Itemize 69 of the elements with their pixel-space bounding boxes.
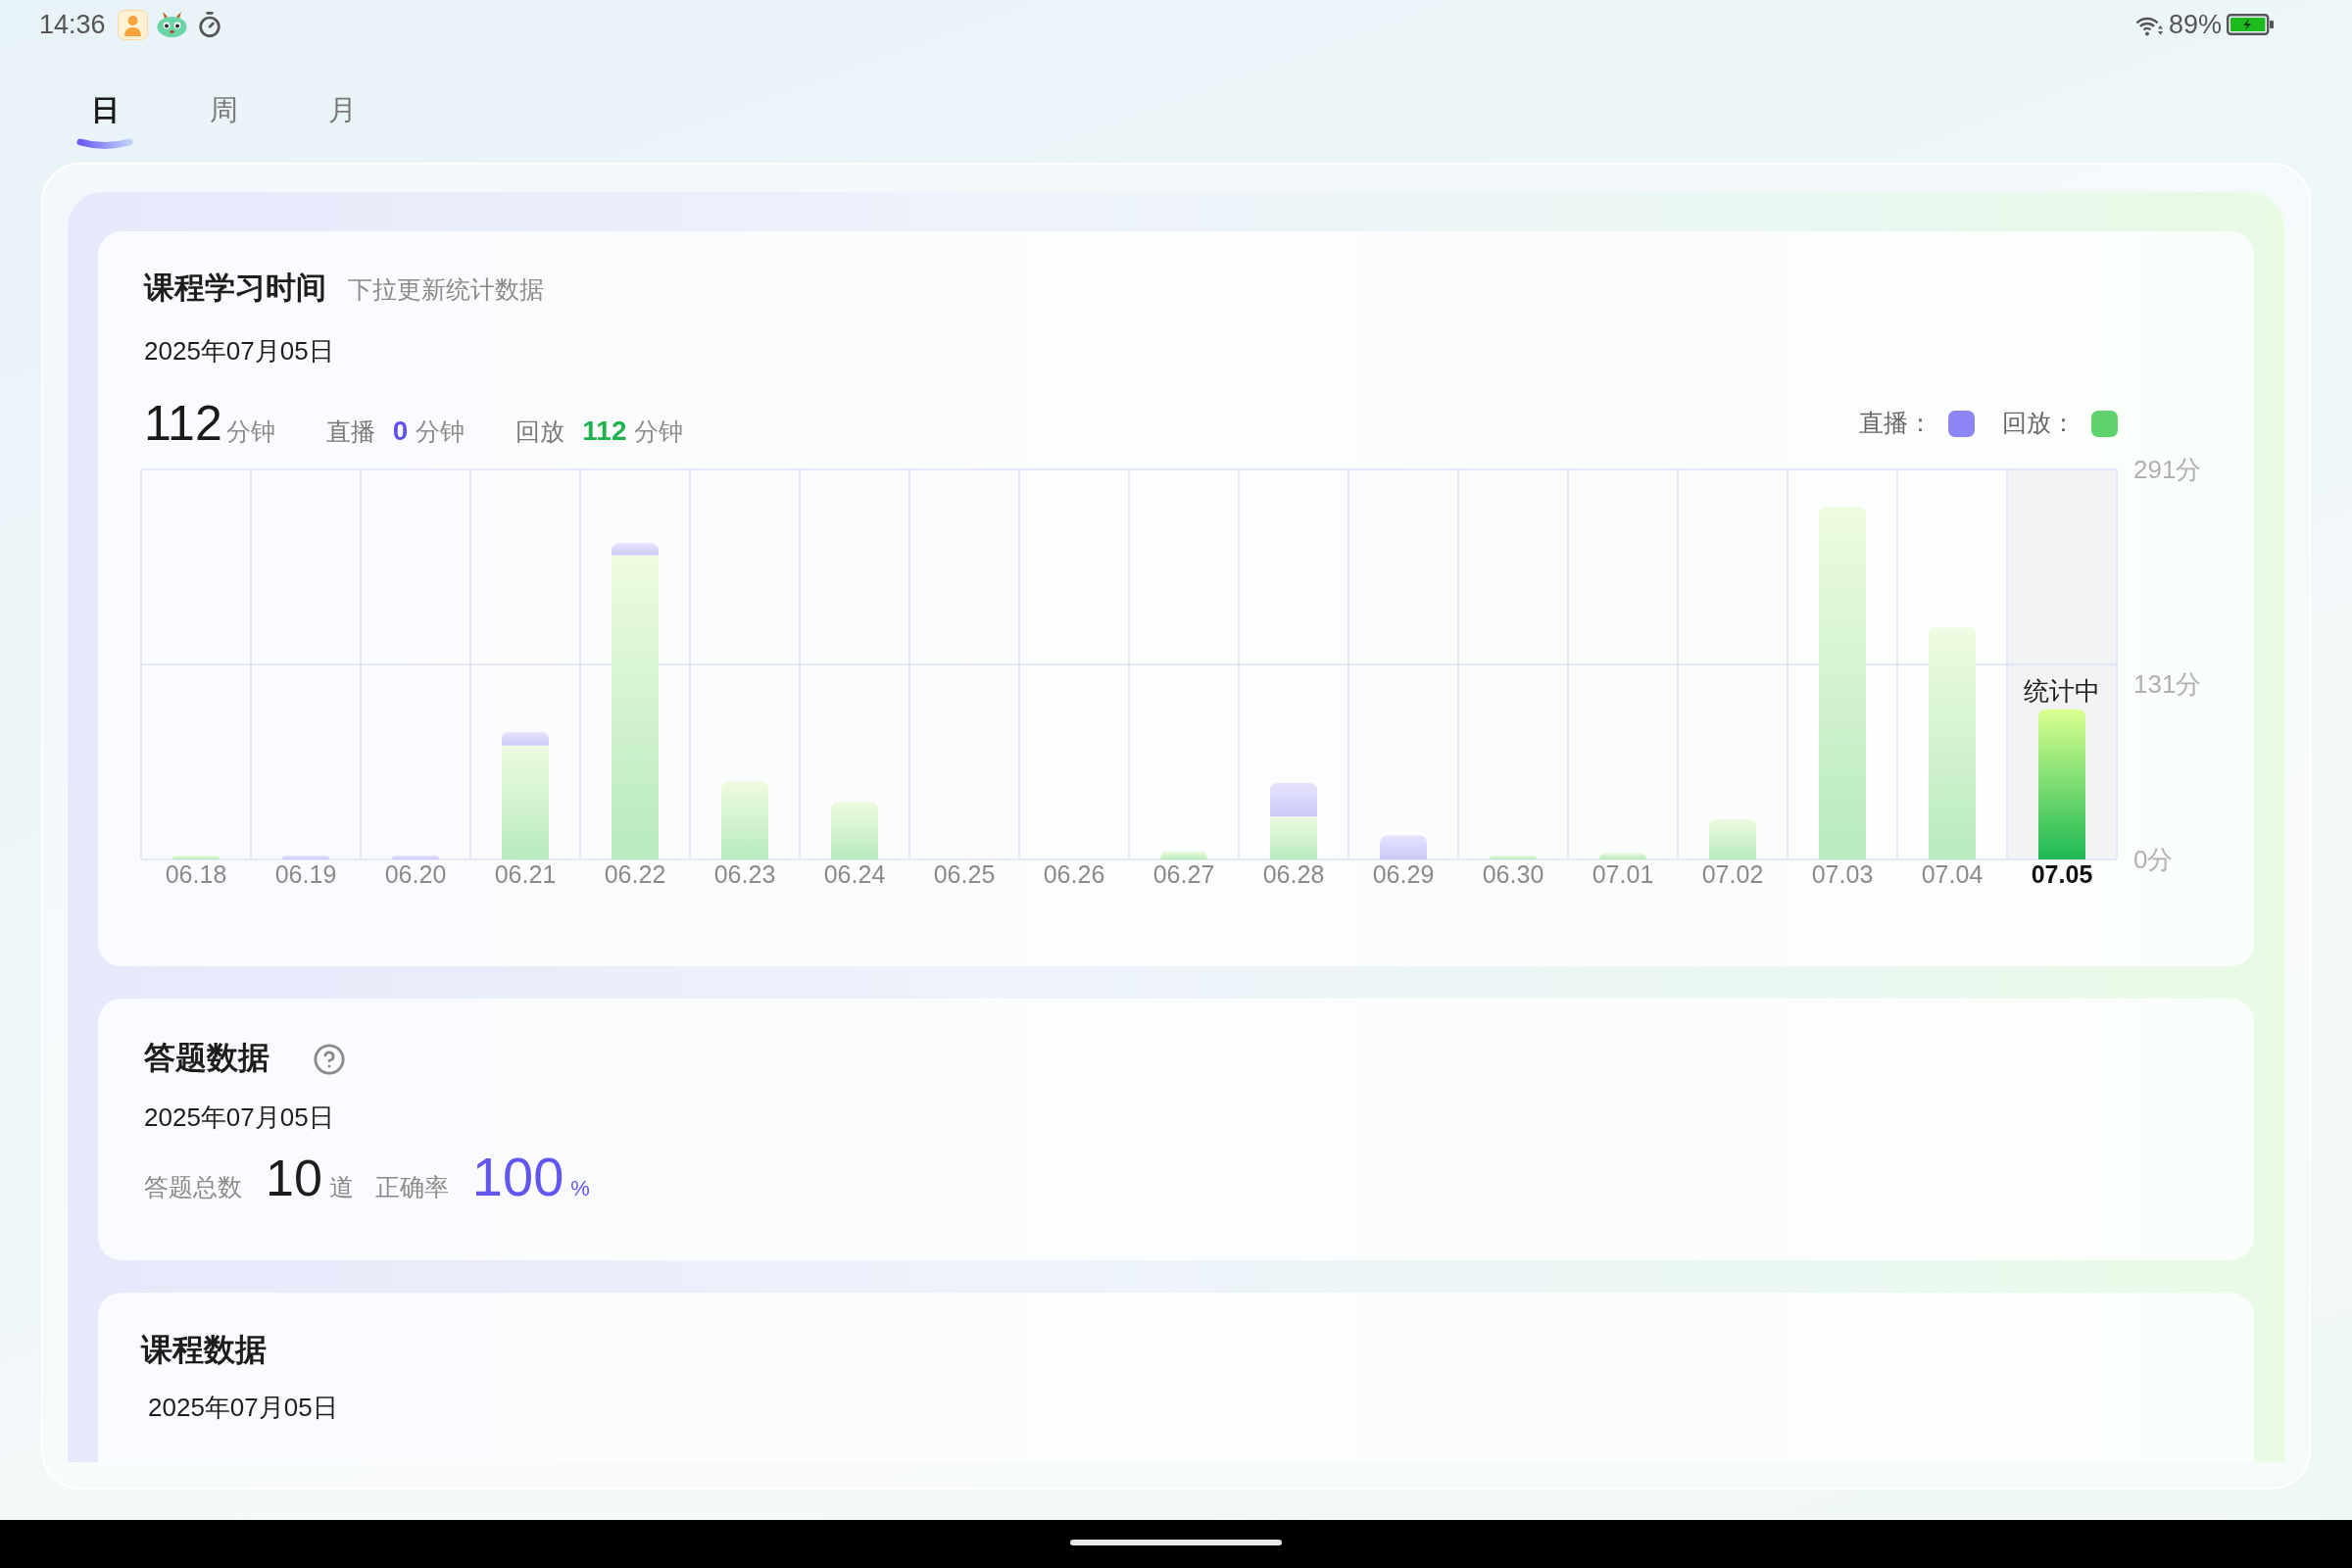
breakdown-label: 回放 (515, 416, 565, 447)
period-tab[interactable]: 周 (180, 92, 267, 150)
total-minutes-value: 112 (144, 395, 222, 453)
stat-value: 10 (266, 1149, 322, 1208)
replay-bar (1709, 818, 1756, 859)
battery-percentage: 89% (2168, 9, 2222, 40)
x-axis-label: 06.21 (494, 860, 557, 888)
card-title: 课程数据 (141, 1331, 267, 1369)
y-axis-label: 291分 (2133, 455, 2202, 484)
date-label: 2025年07月05日 (148, 1392, 338, 1424)
breakdown-minutes-value: 112 (582, 415, 627, 448)
minutes-unit: 分钟 (634, 416, 684, 447)
card-subtitle: 下拉更新统计数据 (348, 274, 544, 305)
replay-bar (831, 802, 878, 859)
replay-bar (1160, 851, 1207, 859)
replay-bar (1270, 816, 1317, 859)
x-axis-label: 06.26 (1043, 860, 1105, 888)
x-axis-label: 07.04 (1921, 860, 1984, 888)
x-axis-label: 07.03 (1811, 860, 1874, 888)
stat-label: 答题总数 (144, 1172, 242, 1202)
stat-value: 100 (471, 1146, 564, 1208)
x-axis-label: 06.28 (1262, 860, 1325, 888)
battery-charging-icon (2227, 14, 2274, 35)
period-tab[interactable]: 日 (62, 92, 148, 150)
home-indicator-handle[interactable] (1070, 1540, 1282, 1545)
y-axis-label: 0分 (2133, 845, 2174, 874)
x-axis-label: 06.27 (1152, 860, 1215, 888)
person-app-icon (117, 9, 148, 40)
stat-unit: 道 (328, 1172, 354, 1202)
x-axis-label: 06.18 (165, 860, 227, 888)
breakdown-label: 直播 (325, 416, 375, 447)
live-bar (502, 732, 549, 746)
live-bar (612, 543, 659, 556)
date-label: 2025年07月05日 (144, 335, 334, 368)
breakdown-minutes-value: 0 (392, 415, 409, 448)
status-time: 14:36 (39, 9, 106, 40)
x-axis-label: 06.30 (1482, 860, 1544, 888)
replay-bar (1490, 855, 1537, 859)
x-axis-label: 07.01 (1592, 860, 1654, 888)
x-axis-label: 06.19 (274, 860, 337, 888)
x-axis-label: 06.20 (384, 860, 447, 888)
x-axis-label: 07.02 (1701, 860, 1764, 888)
help-icon[interactable] (313, 1043, 346, 1076)
x-axis-label: 06.22 (604, 860, 666, 888)
live-bar (1270, 783, 1317, 817)
x-axis-label: 06.23 (713, 860, 776, 888)
x-axis-label: 06.24 (823, 860, 886, 888)
replay-bar (1599, 853, 1646, 859)
active-tab-underline (76, 138, 133, 150)
live-bar (282, 855, 329, 859)
stat-label: 正确率 (374, 1172, 449, 1202)
y-axis-label: 131分 (2133, 668, 2202, 699)
in-progress-label: 统计中 (2024, 675, 2100, 706)
legend-label: 直播： (1859, 408, 1933, 439)
x-axis-label: 06.25 (933, 860, 996, 888)
card-title: 课程学习时间 (144, 270, 326, 307)
monster-app-icon (156, 12, 187, 37)
date-label: 2025年07月05日 (144, 1102, 334, 1134)
x-axis-label: 06.29 (1372, 860, 1435, 888)
minutes-unit: 分钟 (225, 416, 275, 447)
period-tab[interactable]: 月 (299, 92, 385, 150)
live-bar (392, 855, 439, 859)
x-axis-label: 07.05 (2031, 860, 2093, 888)
legend-label: 回放： (2002, 408, 2076, 439)
replay-bar (172, 855, 220, 859)
minutes-unit: 分钟 (416, 416, 466, 447)
live-bar (1380, 835, 1427, 859)
card-title: 答题数据 (144, 1039, 270, 1077)
stat-unit: % (570, 1175, 590, 1202)
